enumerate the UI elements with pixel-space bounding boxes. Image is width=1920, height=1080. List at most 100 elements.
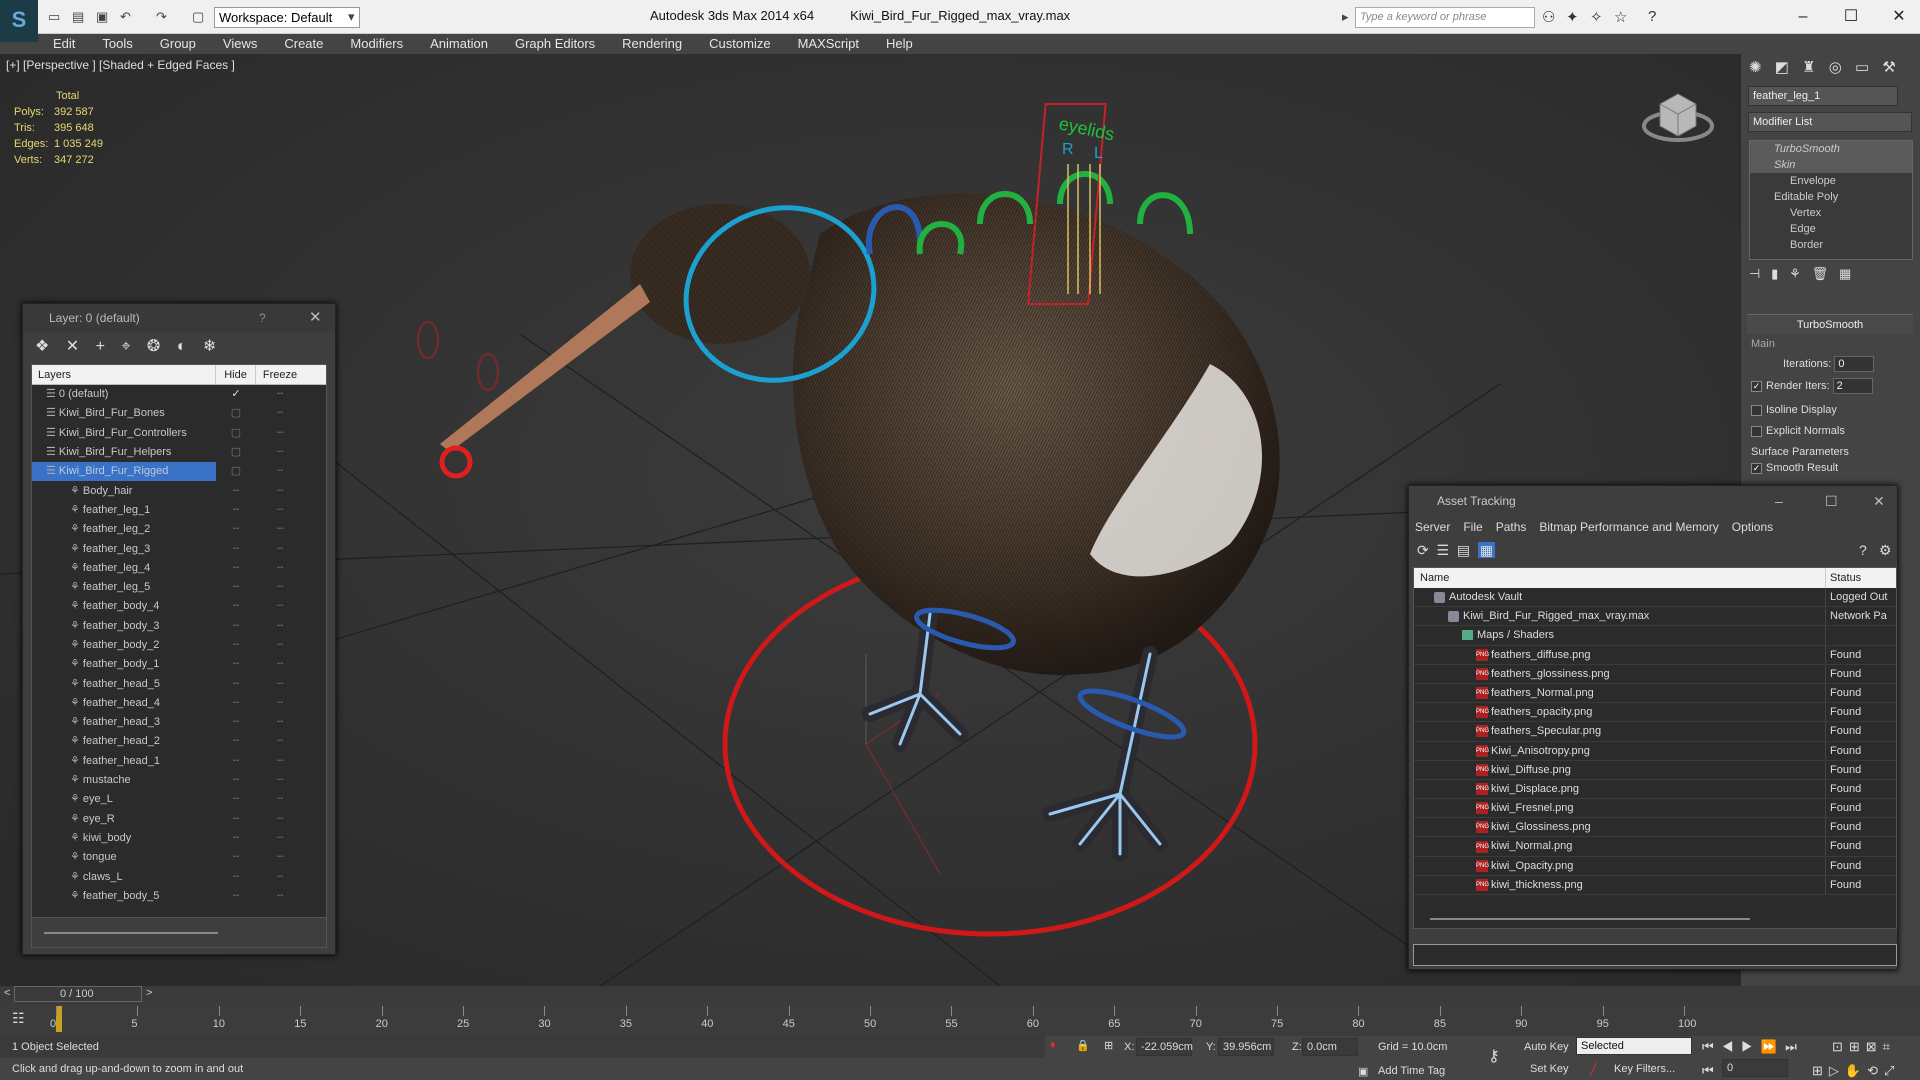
asset-row[interactable]: PNG kiwi_Displace.png Found — [1414, 779, 1896, 800]
list-view-icon[interactable]: ☰ — [1437, 542, 1450, 558]
freeze-toggle[interactable]: ╌ — [256, 443, 304, 462]
undo-icon[interactable]: ↶ — [120, 6, 131, 28]
viewport-navigation-icons-2[interactable]: ⊞▷✋⟲⤢ — [1812, 1063, 1900, 1079]
freeze-toggle[interactable]: ╌ — [256, 520, 304, 539]
freeze-toggle[interactable]: ╌ — [256, 482, 304, 501]
layer-row[interactable]: ☰ 0 (default) ✓ ╌ — [32, 385, 326, 404]
x-coordinate-field[interactable]: -22.059cm — [1136, 1038, 1193, 1056]
asset-row[interactable]: PNG kiwi_Opacity.png Found — [1414, 856, 1896, 876]
curve-editor-icon[interactable]: ☷ — [12, 1010, 25, 1027]
asset-maximize-button[interactable]: ☐ — [1825, 486, 1838, 516]
freeze-toggle[interactable]: ╌ — [256, 404, 304, 423]
selection-lock-icon[interactable]: 🔒 — [1076, 1039, 1090, 1052]
layer-row[interactable]: ⚘ feather_body_1 ╌ ╌ — [32, 655, 326, 674]
hide-toggle[interactable]: ▢ — [216, 443, 256, 462]
motion-tab-icon[interactable]: ◎ — [1829, 59, 1842, 76]
hide-all-layers-icon[interactable]: ◐ — [177, 338, 187, 355]
column-layers[interactable]: Layers — [32, 365, 216, 384]
layer-row[interactable]: ⚘ feather_body_4 ╌ ╌ — [32, 597, 326, 616]
freeze-toggle[interactable]: ╌ — [256, 462, 304, 481]
layer-row[interactable]: ⚘ feather_leg_4 ╌ ╌ — [32, 559, 326, 578]
asset-row[interactable]: PNG kiwi_Diffuse.png Found — [1414, 760, 1896, 780]
expand-search-icon[interactable]: ▸ — [1342, 6, 1349, 28]
minimize-button[interactable]: – — [1780, 4, 1826, 30]
isoline-display-option[interactable]: Isoline Display — [1751, 404, 1837, 416]
menu-item-help[interactable]: Help — [871, 34, 925, 51]
freeze-toggle[interactable]: ╌ — [256, 771, 304, 790]
smooth-result-checkbox[interactable]: ✓ — [1751, 462, 1762, 474]
layer-row[interactable]: ⚘ feather_head_1 ╌ ╌ — [32, 752, 326, 771]
layer-dialog-title-bar[interactable]: Layer: 0 (default) ? ✕ — [23, 304, 335, 332]
freeze-toggle[interactable]: ╌ — [256, 887, 304, 906]
hide-toggle[interactable]: ╌ — [216, 713, 256, 732]
current-frame-field[interactable]: 0 — [1722, 1059, 1788, 1077]
isolate-selection-icon[interactable]: ♦ — [1050, 1039, 1056, 1051]
add-time-tag-button[interactable]: Add Time Tag — [1378, 1065, 1445, 1077]
menu-item-views[interactable]: Views — [208, 34, 269, 51]
freeze-toggle[interactable]: ╌ — [256, 597, 304, 616]
hide-toggle[interactable]: ╌ — [216, 868, 256, 887]
freeze-toggle[interactable]: ╌ — [256, 810, 304, 829]
hide-toggle[interactable]: ╌ — [216, 559, 256, 578]
freeze-toggle[interactable]: ╌ — [256, 501, 304, 520]
pin-stack-icon[interactable]: ⊣ — [1749, 266, 1760, 281]
freeze-toggle[interactable]: ╌ — [256, 752, 304, 771]
binoculars-icon[interactable]: ⚇ — [1542, 8, 1555, 26]
add-to-layer-icon[interactable]: + — [96, 338, 105, 355]
freeze-toggle[interactable]: ╌ — [256, 694, 304, 713]
asset-menu-server[interactable]: Server — [1415, 520, 1450, 534]
hide-toggle[interactable]: ╌ — [216, 520, 256, 539]
column-freeze[interactable]: Freeze — [256, 365, 304, 384]
layer-row[interactable]: ⚘ feather_leg_5 ╌ ╌ — [32, 578, 326, 597]
highlight-layer-icon[interactable]: ❂ — [147, 338, 160, 355]
asset-row[interactable]: PNG feathers_opacity.png Found — [1414, 703, 1896, 723]
make-unique-icon[interactable]: ⚘ — [1789, 266, 1801, 281]
show-end-result-icon[interactable]: ▮ — [1771, 266, 1778, 281]
menu-item-tools[interactable]: Tools — [87, 34, 144, 51]
time-slider[interactable]: < 0 / 100 > — [0, 986, 1920, 1002]
layer-row[interactable]: ⚘ claws_L ╌ ╌ — [32, 867, 326, 886]
asset-row[interactable]: Autodesk Vault Logged Out — [1414, 588, 1896, 608]
chevron-down-icon[interactable]: ▾ — [348, 6, 355, 28]
menu-item-maxscript[interactable]: MAXScript — [783, 34, 871, 51]
asset-help-icon[interactable]: ? — [1859, 542, 1867, 558]
freeze-toggle[interactable]: ╌ — [256, 790, 304, 809]
asset-path-input[interactable] — [1413, 944, 1897, 966]
layer-row[interactable]: ☰ Kiwi_Bird_Fur_Bones ▢ ╌ — [32, 404, 326, 423]
help-icon[interactable]: ? — [1648, 8, 1656, 25]
layer-row[interactable]: ⚘ kiwi_body ╌ ╌ — [32, 829, 326, 848]
modifier-stack-item[interactable]: TurboSmooth — [1750, 141, 1912, 157]
track-bar[interactable]: ☷ 0 5 10 15 20 25 30 35 40 45 50 55 60 65 70 75 80 85 90 95… — [0, 1002, 1920, 1038]
hide-toggle[interactable]: ╌ — [216, 482, 256, 501]
layer-row[interactable]: ⚘ feather_body_5 ╌ ╌ — [32, 887, 326, 906]
create-layer-icon[interactable]: ❖ — [35, 338, 49, 355]
modifier-stack-item[interactable]: Editable Poly — [1750, 189, 1912, 205]
layer-row[interactable]: ⚘ feather_leg_1 ╌ ╌ — [32, 501, 326, 520]
freeze-toggle[interactable]: ╌ — [256, 655, 304, 674]
layer-row[interactable]: ⚘ eye_L ╌ ╌ — [32, 790, 326, 809]
modifier-stack-item[interactable]: Envelope — [1750, 173, 1912, 189]
column-status[interactable]: Status — [1826, 568, 1861, 588]
asset-menu-bitmap-performance-and-memory[interactable]: Bitmap Performance and Memory — [1539, 520, 1718, 534]
hide-toggle[interactable]: ✓ — [216, 385, 256, 404]
new-file-icon[interactable]: ▭ — [48, 6, 60, 28]
asset-row[interactable]: PNG kiwi_thickness.png Found — [1414, 875, 1896, 895]
layer-row[interactable]: ⚘ mustache ╌ ╌ — [32, 771, 326, 790]
modifier-list-dropdown[interactable]: Modifier List — [1748, 112, 1912, 132]
layer-list-scrollbar[interactable] — [32, 917, 326, 947]
freeze-toggle[interactable]: ╌ — [256, 829, 304, 848]
menu-item-edit[interactable]: Edit — [38, 34, 87, 51]
freeze-toggle[interactable]: ╌ — [256, 848, 304, 867]
asset-row[interactable]: PNG feathers_Specular.png Found — [1414, 722, 1896, 742]
favorites-star-icon[interactable]: ☆ — [1614, 8, 1627, 26]
thumbnail-view-icon[interactable]: ▤ — [1457, 542, 1470, 558]
playback-controls[interactable]: ⏮◀▶⏩⏭ — [1702, 1039, 1805, 1055]
layer-row[interactable]: ☰ Kiwi_Bird_Fur_Controllers ▢ ╌ — [32, 424, 326, 443]
table-view-icon[interactable]: ▦ — [1477, 542, 1496, 558]
isoline-checkbox[interactable] — [1751, 404, 1762, 416]
layer-row[interactable]: ⚘ feather_head_3 ╌ ╌ — [32, 713, 326, 732]
hide-toggle[interactable]: ╌ — [216, 887, 256, 906]
layer-row[interactable]: ⚘ feather_head_2 ╌ ╌ — [32, 732, 326, 751]
turbosmooth-rollout[interactable]: TurboSmooth — [1747, 314, 1913, 334]
time-tag-icon[interactable]: ▣ — [1358, 1065, 1368, 1078]
